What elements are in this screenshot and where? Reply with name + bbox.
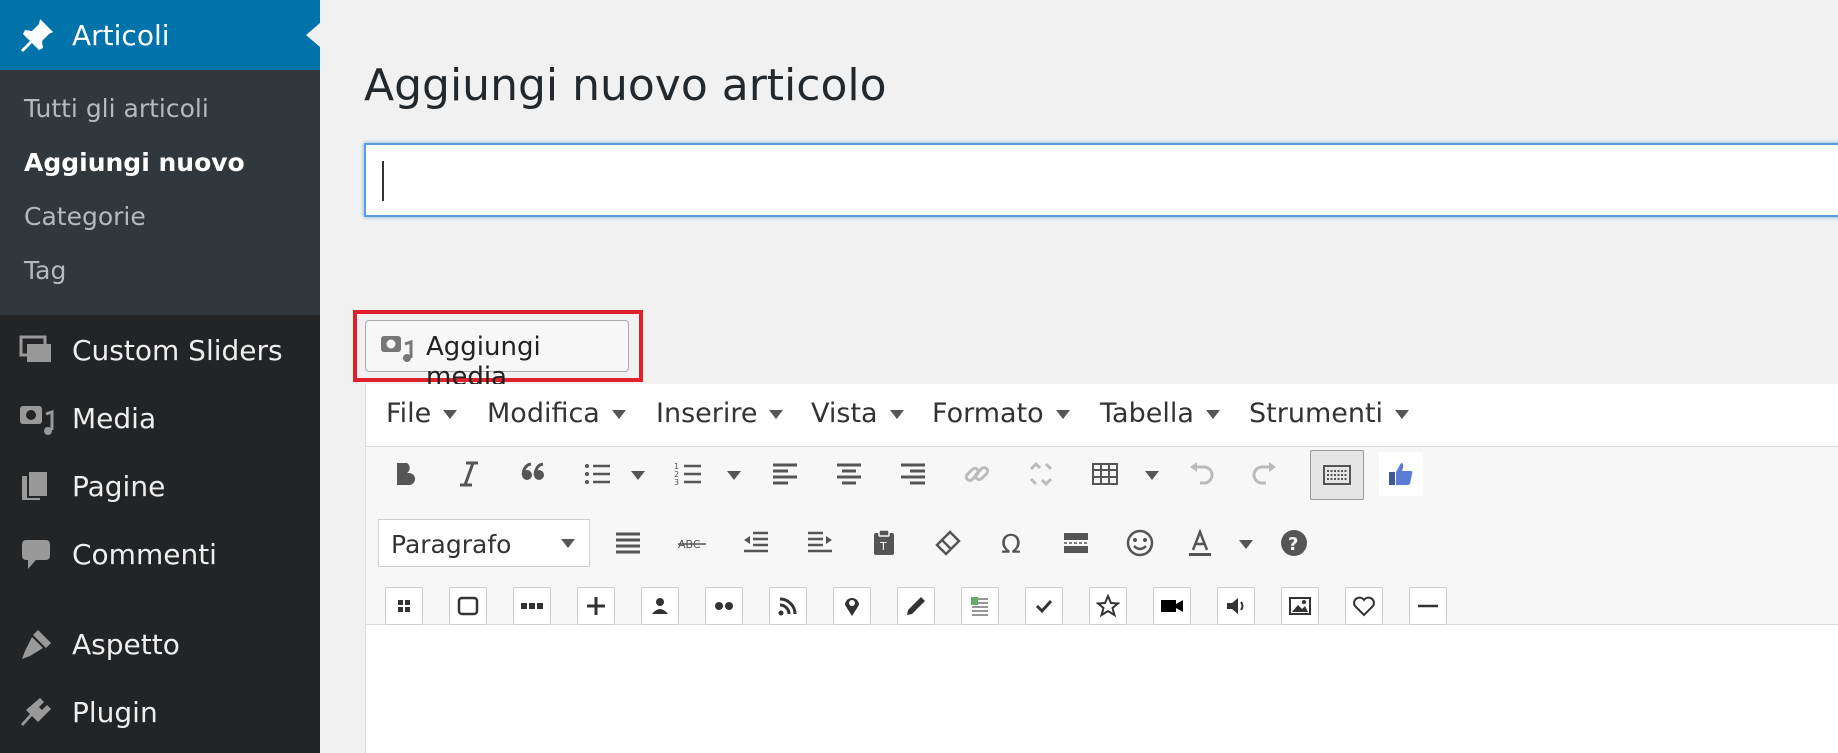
pushpin-icon (18, 16, 56, 54)
menu-item-plugin[interactable]: Plugin (0, 682, 320, 742)
menu-label: Aspetto (72, 628, 180, 661)
paste-text-icon[interactable]: T (862, 521, 906, 565)
menu-modifica[interactable]: Modifica (487, 398, 626, 429)
comment-icon (18, 536, 54, 572)
rss-icon[interactable] (769, 587, 807, 625)
chevron-down-icon[interactable] (1239, 540, 1253, 549)
star-icon[interactable] (1089, 587, 1127, 625)
menu-label: Commenti (72, 538, 217, 571)
format-select[interactable]: Paragrafo (378, 519, 590, 567)
menu-item-custom-sliders[interactable]: Custom Sliders (0, 320, 320, 380)
table-icon[interactable] (1083, 452, 1127, 496)
menu-tabella[interactable]: Tabella (1100, 398, 1220, 429)
more-tag-icon[interactable] (1054, 521, 1098, 565)
omega-icon[interactable]: Ω (990, 521, 1034, 565)
menu-item-comments[interactable]: Commenti (0, 524, 320, 584)
document-icon[interactable] (961, 587, 999, 625)
current-indicator (306, 23, 320, 47)
menu-label: Articoli (72, 18, 170, 52)
thumbs-up-icon[interactable] (1379, 452, 1423, 496)
menu-vista[interactable]: Vista (811, 398, 904, 429)
svg-text:T: T (879, 540, 887, 553)
plus-icon[interactable] (577, 587, 615, 625)
menu-formato[interactable]: Formato (932, 398, 1070, 429)
menu-label: Plugin (72, 696, 158, 729)
box-icon[interactable] (449, 587, 487, 625)
horizontal-line-icon[interactable] (1409, 587, 1447, 625)
add-media-button[interactable]: Aggiungi media (365, 320, 629, 392)
admin-sidebar: Articoli Tutti gli articoli Aggiungi nuo… (0, 0, 320, 753)
submenu-item-tags[interactable]: Tag (24, 256, 66, 285)
bold-icon[interactable] (383, 452, 427, 496)
chevron-down-icon[interactable] (631, 471, 645, 480)
post-editor: File Modifica Inserire Vista Formato Tab… (365, 384, 1838, 753)
outdent-icon[interactable] (734, 521, 778, 565)
svg-text:?: ? (1288, 534, 1298, 555)
media-icon (18, 400, 54, 436)
chevron-down-icon[interactable] (1145, 471, 1159, 480)
menu-label: Pagine (72, 470, 166, 503)
submenu-item-add-new[interactable]: Aggiungi nuovo (24, 148, 245, 177)
italic-icon[interactable] (447, 452, 491, 496)
toolbar-toggle-icon[interactable] (1310, 450, 1364, 500)
pencil-icon[interactable] (897, 587, 935, 625)
link-icon[interactable] (955, 452, 999, 496)
flickr-icon[interactable] (705, 587, 743, 625)
person-icon[interactable] (641, 587, 679, 625)
editor-toolbar: 123 Paragrafo ABC T Ω ? (366, 447, 1838, 625)
media-icon (380, 332, 414, 362)
map-pin-icon[interactable] (833, 587, 871, 625)
image-icon[interactable] (1281, 587, 1319, 625)
editor-content-area[interactable] (366, 625, 1838, 753)
menu-label: Media (72, 402, 157, 435)
grid-icon[interactable] (385, 587, 423, 625)
checkmark-icon[interactable] (1025, 587, 1063, 625)
blockquote-icon[interactable] (511, 452, 555, 496)
dots-icon[interactable] (513, 587, 551, 625)
menu-item-appearance[interactable]: Aspetto (0, 614, 320, 674)
redo-icon[interactable] (1243, 452, 1287, 496)
text-caret (382, 161, 384, 201)
plug-icon (18, 694, 54, 730)
menu-item-pages[interactable]: Pagine (0, 456, 320, 516)
menu-strumenti[interactable]: Strumenti (1249, 398, 1410, 429)
numbered-list-icon[interactable]: 123 (666, 452, 710, 496)
submenu-item-all-posts[interactable]: Tutti gli articoli (24, 94, 209, 123)
menu-inserire[interactable]: Inserire (656, 398, 784, 429)
menu-item-media[interactable]: Media (0, 388, 320, 448)
bullet-list-icon[interactable] (575, 452, 619, 496)
help-icon[interactable]: ? (1272, 521, 1316, 565)
audio-icon[interactable] (1217, 587, 1255, 625)
video-icon[interactable] (1153, 587, 1191, 625)
eraser-icon[interactable] (926, 521, 970, 565)
heart-icon[interactable] (1345, 587, 1383, 625)
add-media-label: Aggiungi media (426, 332, 541, 392)
justify-icon[interactable] (606, 521, 650, 565)
align-left-icon[interactable] (763, 452, 807, 496)
emoticon-icon[interactable] (1118, 521, 1162, 565)
indent-icon[interactable] (798, 521, 842, 565)
submenu-articoli: Tutti gli articoli Aggiungi nuovo Catego… (0, 70, 320, 315)
svg-text:3: 3 (674, 478, 679, 487)
undo-icon[interactable] (1179, 452, 1223, 496)
menu-file[interactable]: File (386, 398, 458, 429)
strikethrough-icon[interactable]: ABC (670, 521, 714, 565)
menu-label: Custom Sliders (72, 334, 283, 367)
submenu-item-categories[interactable]: Categorie (24, 202, 146, 231)
text-color-icon[interactable] (1178, 521, 1222, 565)
pages-icon (18, 468, 54, 504)
chevron-down-icon[interactable] (727, 471, 741, 480)
svg-text:Ω: Ω (1001, 530, 1021, 558)
brush-icon (18, 626, 54, 662)
chevron-down-icon (561, 539, 575, 548)
editor-menubar: File Modifica Inserire Vista Formato Tab… (366, 384, 1838, 447)
align-right-icon[interactable] (891, 452, 935, 496)
align-center-icon[interactable] (827, 452, 871, 496)
slides-icon (18, 332, 54, 368)
menu-item-articoli[interactable]: Articoli (0, 0, 320, 70)
page-title: Aggiungi nuovo articolo (364, 60, 887, 111)
unlink-icon[interactable] (1019, 452, 1063, 496)
post-title-input[interactable] (364, 143, 1838, 217)
